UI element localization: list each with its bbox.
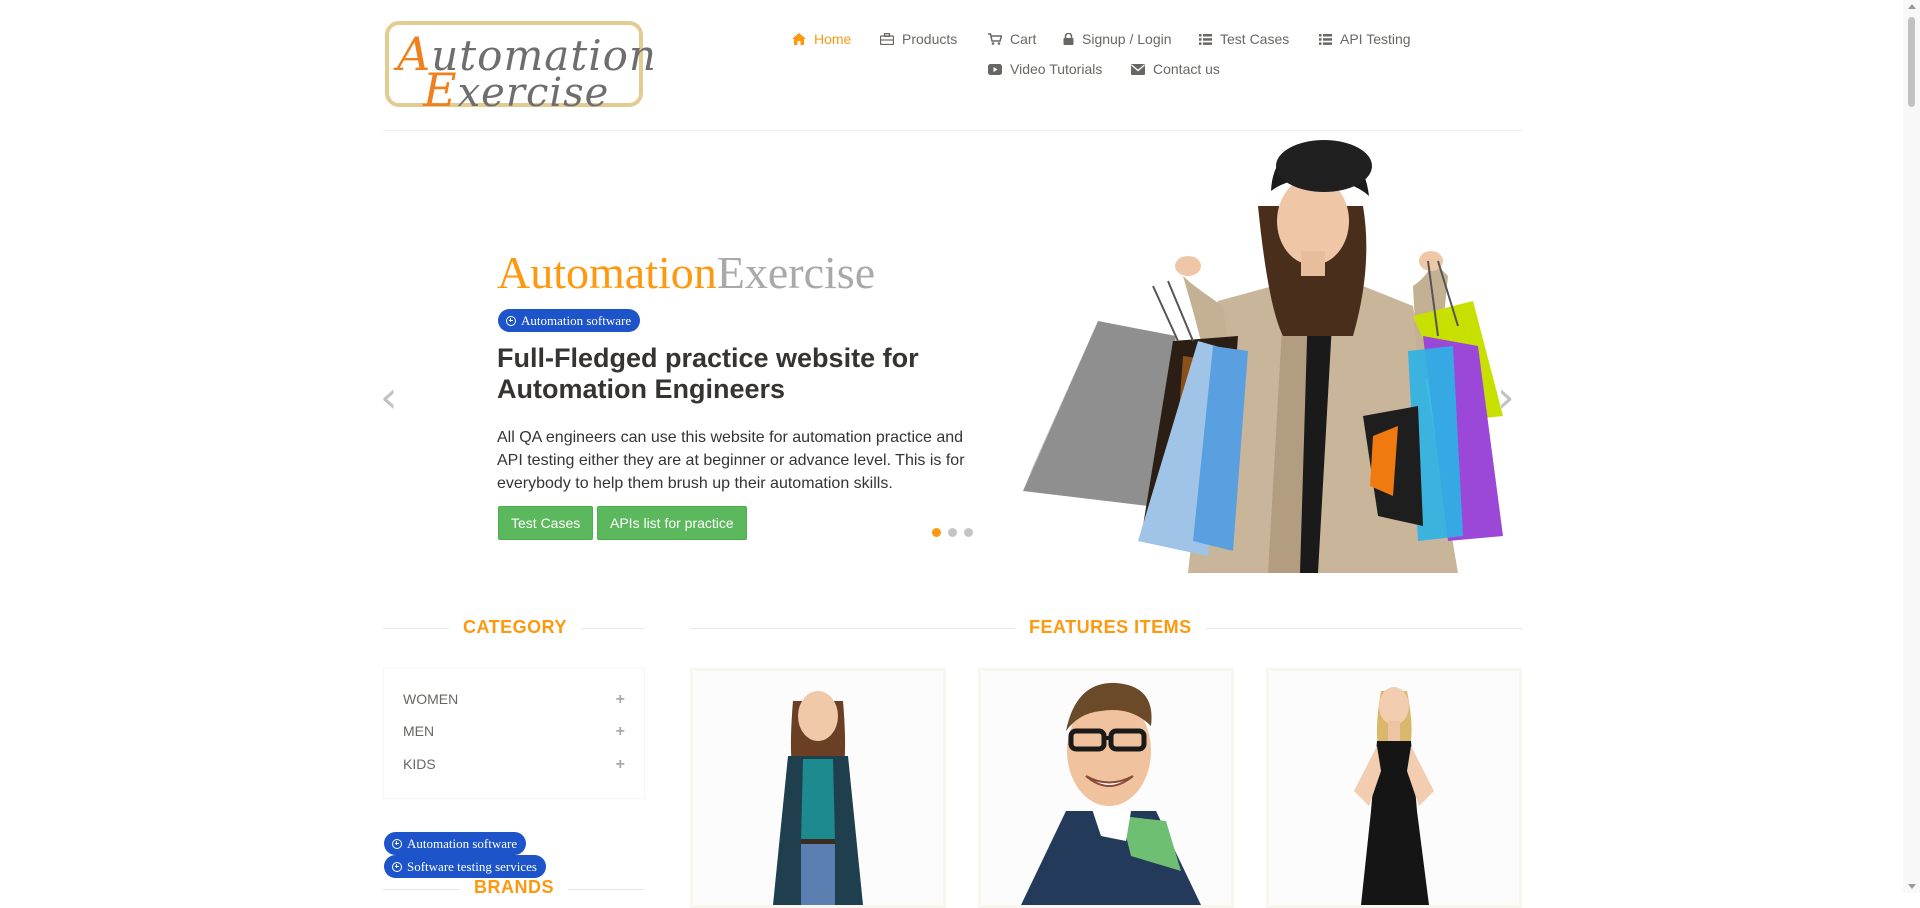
product-card[interactable]	[690, 668, 946, 908]
brands-title: BRANDS	[460, 877, 569, 898]
ad-pill-software-testing[interactable]: Software testing services	[384, 855, 546, 878]
page-scrollbar[interactable]	[1903, 0, 1920, 893]
nav-products-label: Products	[902, 31, 958, 47]
slider-indicators	[932, 528, 973, 537]
category-women-label: WOMEN	[403, 691, 459, 707]
nav-contact-us[interactable]: Contact us	[1131, 61, 1220, 77]
nav-test-cases[interactable]: Test Cases	[1199, 31, 1289, 47]
scroll-down-arrow[interactable]	[1908, 884, 1916, 889]
briefcase-icon	[880, 33, 894, 45]
hero-shopping-girl-image	[1023, 140, 1503, 573]
home-icon	[792, 33, 806, 45]
nav-cart[interactable]: Cart	[988, 31, 1036, 47]
nav-video-tutorials[interactable]: Video Tutorials	[988, 61, 1102, 77]
plus-circle-icon	[506, 315, 516, 326]
category-kids-label: KIDS	[403, 756, 436, 772]
ad-pill-automation-software[interactable]: Automation software	[498, 309, 641, 332]
category-men[interactable]: MEN +	[403, 723, 625, 741]
site-logo[interactable]: Automation Exercise	[385, 21, 656, 117]
ad-pill-automation-software[interactable]: Automation software	[384, 832, 527, 855]
apis-list-button[interactable]: APIs list for practice	[597, 506, 747, 540]
nav-cart-label: Cart	[1010, 31, 1037, 47]
plus-icon[interactable]: +	[616, 756, 625, 774]
slider-headline: Full-Fledged practice website for Automa…	[497, 343, 919, 404]
nav-video-label: Video Tutorials	[1010, 61, 1103, 77]
list-icon	[1319, 33, 1332, 45]
category-panel: WOMEN + MEN + KIDS +	[383, 668, 645, 799]
nav-home[interactable]: Home	[792, 31, 851, 47]
product-card[interactable]	[978, 668, 1234, 908]
plus-icon[interactable]: +	[616, 691, 625, 709]
brand-first: Automation	[497, 247, 717, 298]
slide-dot-2[interactable]	[948, 528, 957, 537]
category-men-label: MEN	[403, 723, 435, 739]
scroll-up-arrow[interactable]	[1908, 4, 1916, 9]
nav-products[interactable]: Products	[880, 31, 957, 47]
nav-contact-label: Contact us	[1153, 61, 1220, 77]
product-image	[1021, 682, 1201, 905]
plus-circle-icon	[392, 861, 402, 872]
test-cases-button[interactable]: Test Cases	[498, 506, 594, 540]
envelope-icon	[1131, 63, 1145, 75]
logo-line2: xercise	[457, 70, 610, 116]
product-image	[1354, 687, 1434, 905]
slider-brand: AutomationExercise	[497, 246, 875, 299]
category-kids[interactable]: KIDS +	[403, 756, 625, 774]
category-women[interactable]: WOMEN +	[403, 691, 625, 709]
slide-dot-1[interactable]	[932, 528, 941, 537]
nav-signup-label: Signup / Login	[1082, 31, 1172, 47]
ad-pill-label: Software testing services	[407, 859, 537, 874]
plus-circle-icon	[392, 838, 402, 849]
nav-api-testing-label: API Testing	[1340, 31, 1411, 47]
nav-signup-login[interactable]: Signup / Login	[1063, 31, 1172, 47]
nav-api-testing[interactable]: API Testing	[1319, 31, 1411, 47]
product-card[interactable]	[1266, 668, 1522, 908]
youtube-icon	[988, 63, 1002, 75]
brand-second: Exercise	[716, 247, 876, 298]
lock-icon	[1063, 33, 1074, 45]
list-icon	[1199, 33, 1212, 45]
plus-icon[interactable]: +	[616, 723, 625, 741]
header-divider	[383, 130, 1523, 131]
scrollbar-thumb[interactable]	[1908, 17, 1915, 107]
product-image	[773, 691, 863, 905]
features-title: FEATURES ITEMS	[1015, 617, 1206, 638]
category-title: CATEGORY	[449, 617, 582, 638]
nav-test-cases-label: Test Cases	[1220, 31, 1290, 47]
nav-home-label: Home	[814, 31, 852, 47]
ad-pill-label: Automation software	[521, 313, 632, 328]
slide-dot-3[interactable]	[964, 528, 973, 537]
slider-prev-arrow[interactable]: ‹	[380, 372, 398, 423]
slider-description: All QA engineers can use this website fo…	[497, 429, 965, 492]
ad-pill-label: Automation software	[407, 836, 518, 851]
cart-icon	[988, 33, 1002, 45]
